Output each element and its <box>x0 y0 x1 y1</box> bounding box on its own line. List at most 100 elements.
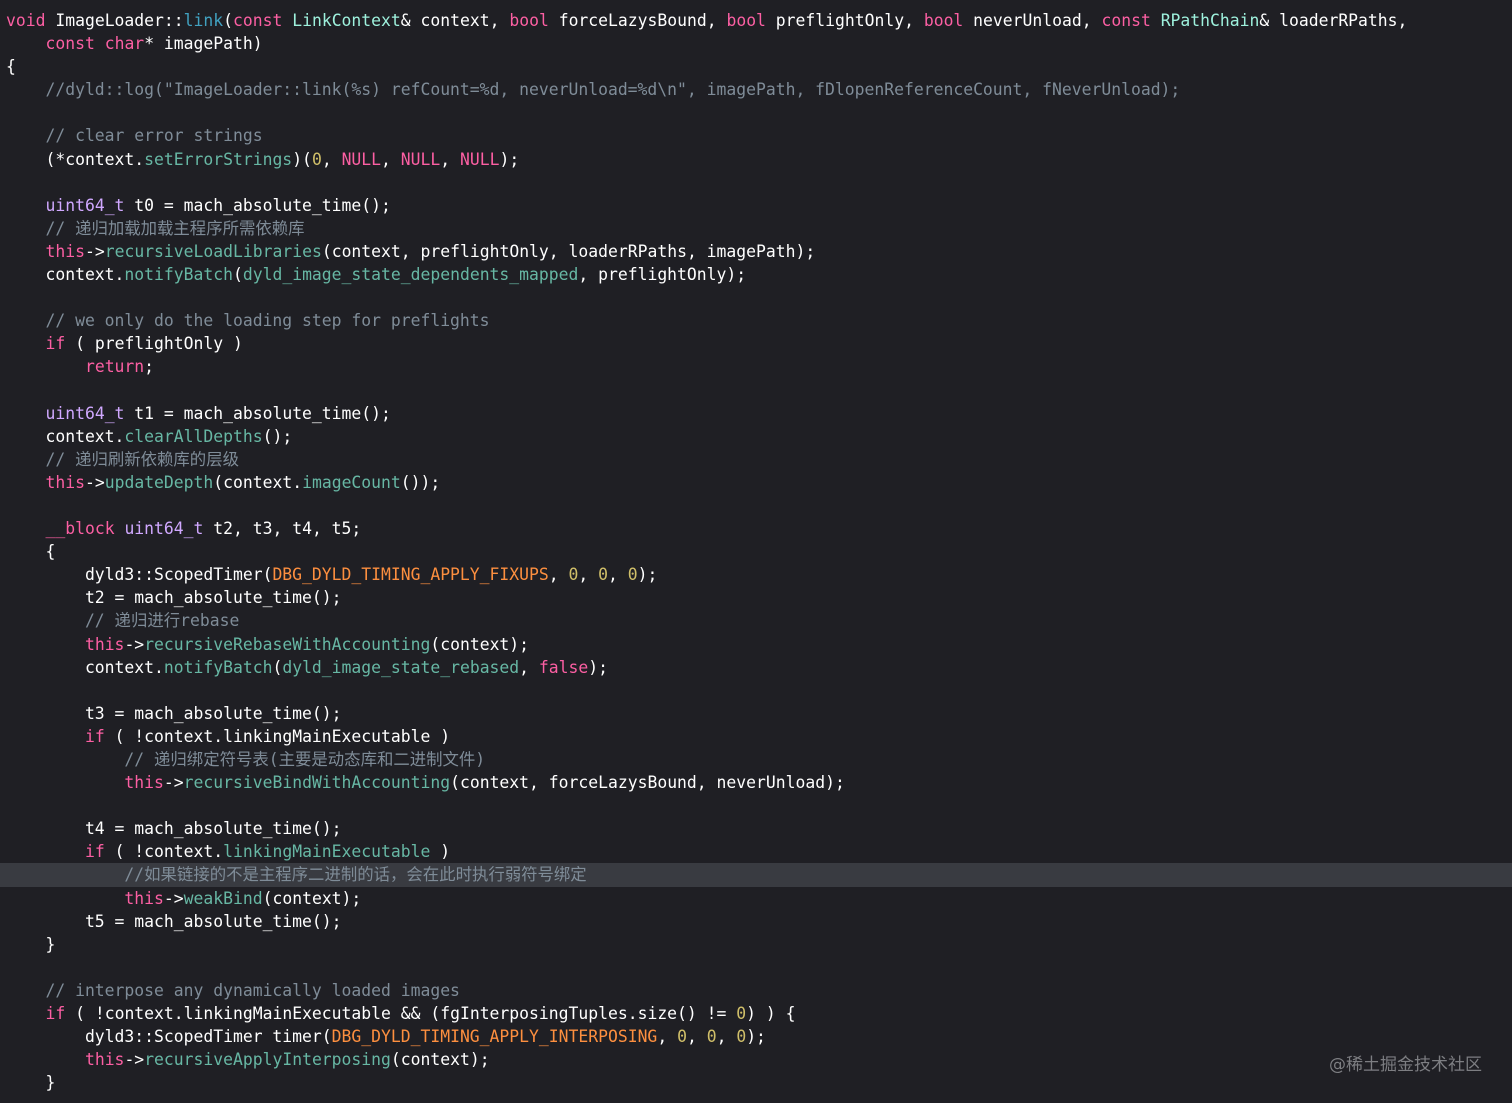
code-line[interactable]: uint64_t t1 = mach_absolute_time(); <box>6 402 1512 425</box>
code-line[interactable] <box>6 679 1512 702</box>
code-token: setErrorStrings <box>144 149 293 169</box>
code-line[interactable]: if ( preflightOnly ) <box>6 332 1512 355</box>
code-token: if <box>45 1004 66 1024</box>
code-token: recursiveRebaseWithAccounting <box>144 634 431 654</box>
code-line[interactable]: t5 = mach_absolute_time(); <box>6 910 1512 933</box>
code-line[interactable]: this->recursiveLoadLibraries(context, pr… <box>6 240 1512 263</box>
code-line[interactable]: // interpose any dynamically loaded imag… <box>6 979 1512 1002</box>
code-line[interactable]: { <box>6 55 1512 78</box>
code-line[interactable]: __block uint64_t t2, t3, t4, t5; <box>6 517 1512 540</box>
code-token: , <box>519 657 539 677</box>
code-token: RPathChain <box>1160 11 1260 30</box>
code-line[interactable]: // we only do the loading step for prefl… <box>6 309 1512 332</box>
code-line[interactable] <box>6 101 1512 124</box>
code-token: { <box>6 57 16 77</box>
code-line[interactable]: dyld3::ScopedTimer timer(DBG_DYLD_TIMING… <box>6 1025 1512 1048</box>
code-token: t1 = mach_absolute_time(); <box>124 403 391 423</box>
code-line[interactable] <box>6 956 1512 979</box>
code-token: const <box>233 11 283 30</box>
code-line[interactable]: if ( !context.linkingMainExecutable && (… <box>6 1002 1512 1025</box>
code-token: 0 <box>677 1027 687 1047</box>
code-token: LinkContext <box>292 11 401 30</box>
code-line[interactable]: this->recursiveBindWithAccounting(contex… <box>6 771 1512 794</box>
code-token: dyld3::ScopedTimer timer( <box>6 1027 332 1047</box>
code-line[interactable]: { <box>6 540 1512 563</box>
code-line[interactable]: this->weakBind(context); <box>6 887 1512 910</box>
code-token: this <box>124 888 164 908</box>
code-line[interactable] <box>6 494 1512 517</box>
code-token: ); <box>746 1027 766 1047</box>
code-token: bool <box>726 11 766 30</box>
code-line[interactable]: // 递归加载加载主程序所需依赖库 <box>6 217 1512 240</box>
code-line[interactable]: context.clearAllDepths(); <box>6 425 1512 448</box>
code-line[interactable]: } <box>6 933 1512 956</box>
code-token: )( <box>292 149 312 169</box>
code-line[interactable]: this->recursiveRebaseWithAccounting(cont… <box>6 633 1512 656</box>
code-line[interactable] <box>6 794 1512 817</box>
code-token: NULL <box>341 149 382 169</box>
code-line[interactable] <box>6 379 1512 402</box>
code-line[interactable]: context.notifyBatch(dyld_image_state_dep… <box>6 263 1512 286</box>
code-line[interactable]: dyld3::ScopedTimer(DBG_DYLD_TIMING_APPLY… <box>6 563 1512 586</box>
code-token: & loaderRPaths, <box>1259 11 1408 30</box>
code-line[interactable]: t4 = mach_absolute_time(); <box>6 817 1512 840</box>
code-token: 0 <box>568 565 579 585</box>
code-token: ); <box>499 149 520 169</box>
code-line[interactable]: this->recursiveApplyInterposing(context)… <box>6 1048 1512 1071</box>
code-line-highlighted[interactable]: //如果链接的不是主程序二进制的话，会在此时执行弱符号绑定 <box>0 863 1512 887</box>
code-line[interactable]: context.notifyBatch(dyld_image_state_reb… <box>6 656 1512 679</box>
code-token: false <box>538 657 589 677</box>
code-token: , <box>440 149 461 169</box>
code-token: ()); <box>400 472 441 492</box>
code-token: this <box>84 634 125 654</box>
code-line[interactable]: return; <box>6 355 1512 378</box>
code-line[interactable]: void ImageLoader::link(const LinkContext… <box>6 9 1512 32</box>
code-token: -> <box>163 773 184 793</box>
code-token: this <box>124 773 164 793</box>
code-line[interactable]: if ( !context.linkingMainExecutable ) <box>6 840 1512 863</box>
code-line[interactable]: // 递归绑定符号表(主要是动态库和二进制文件) <box>6 748 1512 771</box>
code-editor[interactable]: void ImageLoader::link(const LinkContext… <box>0 9 1512 1094</box>
code-line[interactable]: const char* imagePath) <box>6 32 1512 55</box>
code-line[interactable]: (*context.setErrorStrings)(0, NULL, NULL… <box>6 148 1512 171</box>
code-token: // 递归绑定符号表(主要是动态库和二进制文件) <box>6 750 486 769</box>
code-line[interactable] <box>6 286 1512 309</box>
code-token: , <box>716 1027 737 1047</box>
code-token: NULL <box>460 149 500 169</box>
code-line[interactable]: // clear error strings <box>6 124 1512 147</box>
code-line[interactable]: t3 = mach_absolute_time(); <box>6 702 1512 725</box>
code-token: ( <box>223 11 233 30</box>
code-token: , <box>548 565 569 585</box>
code-token: , <box>686 1027 707 1047</box>
code-line[interactable]: uint64_t t0 = mach_absolute_time(); <box>6 194 1512 217</box>
code-line[interactable]: t2 = mach_absolute_time(); <box>6 586 1512 609</box>
code-token: if <box>84 842 105 862</box>
code-token: -> <box>84 472 105 492</box>
code-line[interactable]: //dyld::log("ImageLoader::link(%s) refCo… <box>6 78 1512 101</box>
code-token: dyld3::ScopedTimer( <box>6 565 273 585</box>
code-token: , <box>381 149 401 169</box>
code-line[interactable]: // 递归进行rebase <box>6 609 1512 632</box>
code-token: 0 <box>736 1004 747 1024</box>
code-line[interactable]: this->updateDepth(context.imageCount()); <box>6 471 1512 494</box>
code-token: , <box>578 565 599 585</box>
code-token: return <box>84 357 145 377</box>
code-token: recursiveLoadLibraries <box>104 241 322 261</box>
code-token: , <box>657 1027 678 1047</box>
code-line[interactable]: if ( !context.linkingMainExecutable ) <box>6 725 1512 748</box>
code-token: // we only do the loading step for prefl… <box>6 311 490 331</box>
code-token: } <box>6 934 56 954</box>
code-token: ); <box>588 657 609 677</box>
code-token: } <box>6 1073 56 1093</box>
code-line[interactable]: } <box>6 1071 1512 1094</box>
code-line[interactable]: // 递归刷新依赖库的层级 <box>6 448 1512 471</box>
code-line[interactable] <box>6 171 1512 194</box>
code-token: // 递归进行rebase <box>6 611 240 631</box>
